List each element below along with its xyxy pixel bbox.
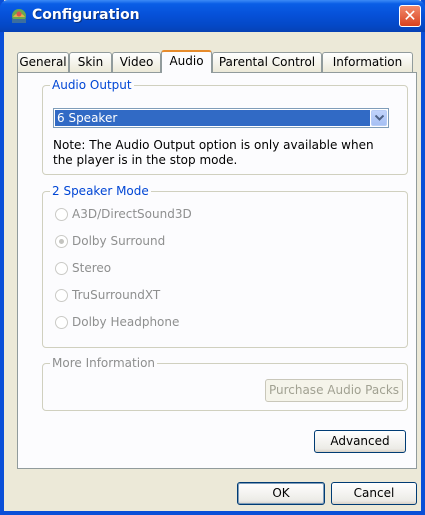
ok-button[interactable]: OK (237, 482, 325, 505)
close-icon: ✕ (403, 6, 417, 25)
radio-trusurroundxt[interactable]: TruSurroundXT (55, 287, 160, 303)
audio-output-legend: Audio Output (50, 78, 134, 92)
chevron-down-icon (374, 115, 384, 121)
advanced-button[interactable]: Advanced (314, 430, 406, 453)
dropdown-arrow-button[interactable] (371, 110, 387, 126)
radio-circle-icon (55, 261, 68, 275)
radio-circle-icon (55, 234, 68, 248)
radio-label: TruSurroundXT (72, 288, 161, 302)
radio-circle-icon (55, 315, 68, 329)
tab-audio[interactable]: Audio (161, 50, 212, 73)
radio-label: Dolby Headphone (72, 315, 180, 329)
audio-output-select[interactable]: 6 Speaker (53, 108, 389, 128)
purchase-audio-packs-button[interactable]: Purchase Audio Packs (265, 379, 403, 402)
radio-a3d-directsound3d[interactable]: A3D/DirectSound3D (55, 206, 192, 222)
audio-output-value: 6 Speaker (55, 110, 370, 126)
cancel-button[interactable]: Cancel (331, 482, 417, 505)
window-title: Configuration (32, 7, 140, 23)
radio-stereo[interactable]: Stereo (55, 260, 111, 276)
tab-information[interactable]: Information (322, 52, 413, 72)
radio-dolby-surround[interactable]: Dolby Surround (55, 233, 165, 249)
audio-output-group: Audio Output 6 Speaker Note: The Audio O… (42, 78, 408, 175)
more-information-legend: More Information (50, 356, 158, 370)
more-information-group: More Information Purchase Audio Packs (42, 356, 408, 411)
radio-circle-icon (55, 288, 68, 302)
tab-skin[interactable]: Skin (69, 52, 112, 72)
audio-output-note: Note: The Audio Output option is only av… (53, 138, 374, 167)
close-button[interactable]: ✕ (399, 5, 421, 27)
radio-dolby-headphone[interactable]: Dolby Headphone (55, 314, 179, 330)
radio-label: Stereo (72, 261, 112, 275)
radio-label: A3D/DirectSound3D (72, 207, 192, 221)
tab-parental-control[interactable]: Parental Control (212, 52, 322, 72)
configuration-window: Configuration ✕ General Skin Video Audio… (0, 0, 425, 515)
speaker-mode-legend: 2 Speaker Mode (50, 184, 151, 198)
tab-video[interactable]: Video (112, 52, 161, 72)
title-bar[interactable]: Configuration ✕ (0, 0, 425, 32)
audio-tab-panel: Audio Output 6 Speaker Note: The Audio O… (17, 72, 417, 469)
radio-label: Dolby Surround (72, 234, 166, 248)
speaker-mode-group: 2 Speaker Mode A3D/DirectSound3D Dolby S… (42, 184, 408, 348)
tab-general[interactable]: General (17, 52, 69, 72)
app-icon (12, 9, 26, 23)
radio-circle-icon (55, 207, 68, 221)
